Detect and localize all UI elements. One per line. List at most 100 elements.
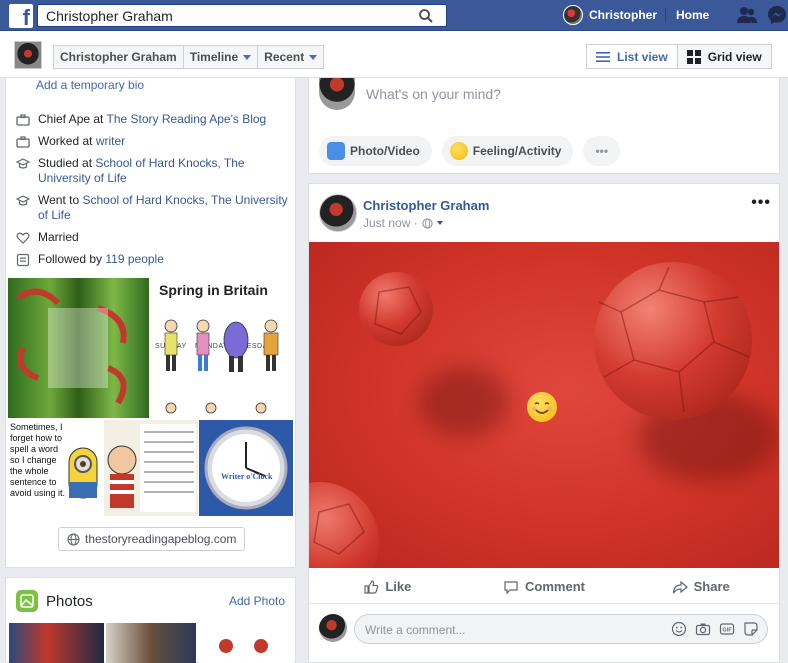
chevron-down-icon[interactable]: [436, 221, 443, 225]
more-options-button[interactable]: •••: [583, 136, 621, 166]
website-link[interactable]: thestoryreadingapeblog.com: [58, 527, 246, 551]
logo-letter: f: [22, 5, 30, 28]
education-detail: Went to School of Hard Knocks, The Unive…: [38, 193, 291, 223]
status-input[interactable]: What's on your mind?: [366, 86, 501, 102]
featured-photos-grid: Spring in Britain SUNDAY MONDAY TUESDAY …: [8, 278, 293, 516]
more-options-label: •••: [595, 144, 609, 158]
messenger-icon[interactable]: [767, 5, 787, 25]
featured-photo[interactable]: Sometimes, I forget how to spell a word …: [8, 420, 103, 516]
sticker-icon[interactable]: [743, 621, 759, 637]
avatar: [563, 5, 583, 25]
list-item: Studied at School of Hard Knocks, The Un…: [16, 156, 291, 186]
post-composer: What's on your mind? Photo/Video Feeling…: [308, 78, 780, 174]
profile-name: Christopher: [589, 8, 658, 22]
search-input[interactable]: Christopher Graham: [37, 4, 447, 27]
recent-label: Recent: [264, 50, 305, 64]
timeline-segment-bar: Christopher Graham Timeline Recent: [53, 45, 325, 69]
list-icon: [596, 51, 610, 62]
photo-thumbnail[interactable]: [106, 623, 196, 663]
timeline-label: Timeline: [189, 50, 239, 64]
feed-post: Christopher Graham Just now · ••• Like C…: [308, 183, 780, 663]
post-image[interactable]: [309, 242, 779, 568]
globe-icon: [67, 532, 80, 546]
list-item: Followed by 119 people: [16, 252, 291, 267]
timeline-dropdown[interactable]: Timeline: [184, 46, 259, 68]
comment-icon: [504, 580, 518, 594]
view-toggle: List view Grid view: [586, 44, 772, 69]
list-item: Worked at writer: [16, 134, 291, 149]
followers-link[interactable]: 119 people: [105, 252, 164, 266]
cartoon-illustration: [107, 424, 196, 512]
thumbnail-shape: [219, 639, 233, 653]
photo-video-button[interactable]: Photo/Video: [319, 136, 432, 166]
graduation-cap-icon: [16, 195, 30, 206]
comment-input[interactable]: Write a comment... GIF: [354, 614, 768, 644]
featured-photo[interactable]: Writer o'Clock: [199, 420, 293, 516]
list-view-button[interactable]: List view: [587, 45, 678, 68]
detail-prefix: Studied at: [38, 156, 96, 170]
smiley-emoji-icon: [527, 392, 557, 422]
featured-photo[interactable]: [8, 278, 149, 418]
comment-tools: GIF: [671, 621, 759, 637]
add-photo-link[interactable]: Add Photo: [229, 594, 285, 608]
grid-view-label: Grid view: [707, 49, 762, 64]
post-options-button[interactable]: •••: [751, 194, 771, 212]
grid-icon: [686, 49, 701, 64]
comment-placeholder: Write a comment...: [365, 623, 466, 637]
comment-composer: Write a comment... GIF: [309, 608, 779, 648]
chevron-down-icon: [309, 54, 318, 60]
grid-view-button[interactable]: Grid view: [677, 45, 771, 68]
camera-icon[interactable]: [695, 621, 711, 637]
briefcase-icon: [16, 136, 30, 148]
share-icon: [672, 580, 688, 593]
relationship-detail: Married: [38, 230, 79, 244]
profile-name-label: Christopher Graham: [60, 50, 177, 64]
smiley-icon: [449, 142, 468, 160]
minion-illustration: [68, 447, 98, 499]
photos-title[interactable]: Photos: [46, 593, 93, 610]
photo-thumbnail[interactable]: [9, 623, 104, 663]
search-input-value[interactable]: Christopher Graham: [46, 8, 173, 24]
photo-icon: [327, 142, 345, 160]
like-label: Like: [385, 579, 412, 594]
timestamp-label[interactable]: Just now ·: [363, 216, 418, 230]
emoji-icon[interactable]: [671, 621, 687, 637]
feeling-activity-button[interactable]: Feeling/Activity: [441, 136, 574, 166]
intro-details-list: Chief Ape at The Story Reading Ape's Blo…: [16, 112, 291, 274]
workplace-link[interactable]: writer: [96, 134, 125, 148]
clock-caption: Writer o'Clock: [221, 472, 273, 481]
photo-thumbnail[interactable]: [199, 623, 294, 663]
avatar[interactable]: [319, 194, 357, 232]
chevron-down-icon: [243, 54, 252, 60]
add-temporary-bio-link[interactable]: Add a temporary bio: [36, 78, 144, 92]
followers-detail: Followed by 119 people: [38, 252, 164, 267]
featured-photo[interactable]: [104, 420, 198, 516]
employer-link[interactable]: The Story Reading Ape's Blog: [107, 112, 267, 126]
like-button[interactable]: Like: [309, 570, 466, 603]
profile-link[interactable]: Christopher: [563, 4, 657, 26]
website-label: thestoryreadingapeblog.com: [85, 532, 237, 546]
list-item: Chief Ape at The Story Reading Ape's Blo…: [16, 112, 291, 127]
home-link[interactable]: Home: [676, 8, 709, 22]
facebook-logo[interactable]: f: [9, 4, 33, 28]
post-timestamp: Just now ·: [363, 216, 443, 230]
detail-prefix: Worked at: [38, 134, 96, 148]
recent-dropdown[interactable]: Recent: [258, 46, 323, 68]
composer-actions: Photo/Video Feeling/Activity •••: [319, 136, 621, 166]
friend-requests-icon[interactable]: [736, 6, 758, 24]
search-icon[interactable]: [418, 8, 434, 24]
globe-icon[interactable]: [422, 217, 433, 229]
avatar[interactable]: [14, 41, 42, 69]
share-button[interactable]: Share: [622, 570, 779, 603]
thumbs-up-icon: [364, 579, 379, 594]
featured-photo[interactable]: Spring in Britain SUNDAY MONDAY TUESDAY …: [151, 278, 293, 418]
post-action-bar: Like Comment Share: [309, 570, 779, 604]
profile-name-button[interactable]: Christopher Graham: [54, 46, 184, 68]
thumbnail-shape: [254, 639, 268, 653]
comment-button[interactable]: Comment: [466, 570, 623, 603]
heart-icon: [16, 232, 30, 244]
nav-divider: [665, 8, 666, 23]
photos-icon: [16, 590, 38, 612]
post-author[interactable]: Christopher Graham: [363, 198, 489, 213]
gif-icon[interactable]: GIF: [719, 621, 735, 637]
